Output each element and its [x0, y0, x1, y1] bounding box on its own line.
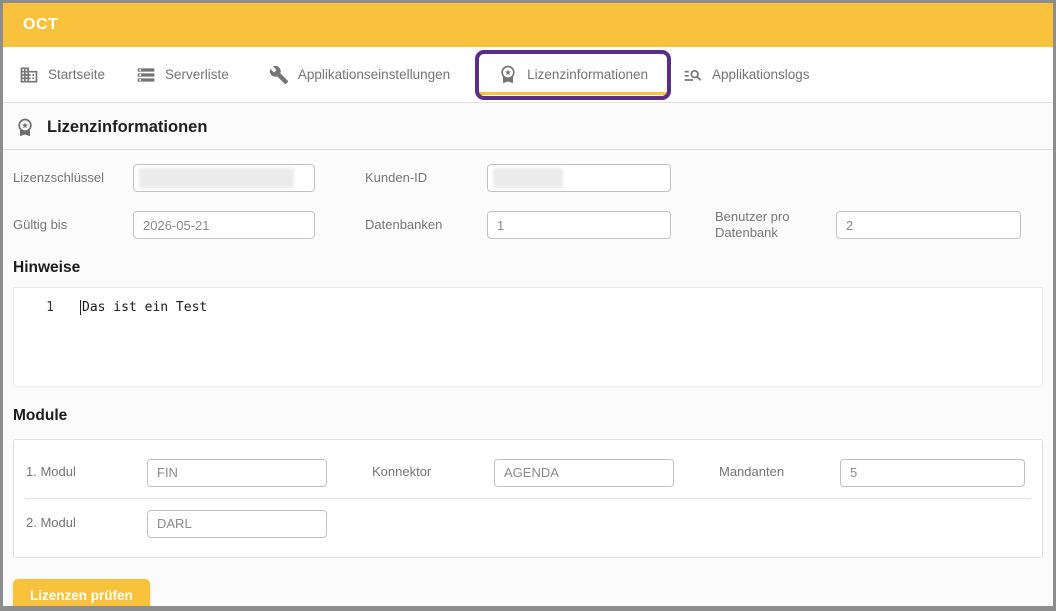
editor-line: 1 Das ist ein Test	[14, 299, 1042, 317]
module-heading: Module	[13, 407, 1043, 425]
benutzer-pro-datenbank-field[interactable]	[836, 211, 1021, 239]
active-tab-indicator	[479, 92, 667, 95]
app-window: OCT Startseite Serverliste Applikationse…	[0, 0, 1056, 611]
hinweise-editor[interactable]: 1 Das ist ein Test	[13, 287, 1043, 387]
tab-applikationseinstellungen[interactable]: Applikationseinstellungen	[269, 65, 450, 85]
license-form: Lizenzschlüssel Kunden-ID Gültig bis Dat…	[13, 150, 1043, 242]
tab-serverliste[interactable]: Serverliste	[136, 65, 229, 85]
konnektor-field[interactable]	[494, 459, 674, 487]
license-badge-icon	[498, 64, 518, 84]
main-content: Lizenzinformationen Lizenzschlüssel Kund…	[3, 103, 1053, 611]
mandanten-field[interactable]	[840, 459, 1025, 487]
server-list-icon	[136, 65, 156, 85]
modul2-label: 2. Modul	[26, 515, 147, 531]
check-licenses-button[interactable]: Lizenzen prüfen	[13, 579, 150, 611]
main-nav: Startseite Serverliste Applikationseinst…	[3, 47, 1053, 103]
tab-lizenzinformationen-content[interactable]: Lizenzinformationen	[498, 64, 648, 84]
app-title: OCT	[23, 16, 58, 34]
modul2-field[interactable]	[147, 510, 327, 538]
log-search-icon	[683, 65, 703, 85]
form-row-2: Gültig bis Datenbanken Benutzer pro Date…	[13, 209, 1043, 242]
module-row-2: 2. Modul	[26, 501, 1030, 547]
tab-applikationslogs[interactable]: Applikationslogs	[683, 65, 810, 85]
tab-startseite[interactable]: Startseite	[19, 65, 105, 85]
datenbanken-field[interactable]	[487, 211, 671, 239]
kunden-id-label: Kunden-ID	[365, 170, 487, 186]
section-header: Lizenzinformationen	[3, 103, 1053, 150]
tab-label: Applikationslogs	[712, 67, 810, 82]
benutzer-pro-datenbank-label: Benutzer pro Datenbank	[715, 209, 836, 242]
text-cursor	[80, 300, 81, 315]
tab-label: Serverliste	[165, 67, 229, 82]
tab-label: Applikationseinstellungen	[298, 67, 450, 82]
mandanten-label: Mandanten	[719, 464, 840, 480]
modul1-field[interactable]	[147, 459, 327, 487]
gueltig-bis-field[interactable]	[133, 211, 315, 239]
page-title: Lizenzinformationen	[47, 118, 207, 137]
form-row-1: Lizenzschlüssel Kunden-ID	[13, 164, 1043, 192]
building-icon	[19, 65, 39, 85]
datenbanken-label: Datenbanken	[365, 217, 487, 233]
row-divider	[26, 498, 1030, 499]
app-bar: OCT	[3, 3, 1053, 47]
konnektor-label: Konnektor	[372, 464, 494, 480]
lizenzschluessel-label: Lizenzschlüssel	[13, 170, 133, 186]
license-badge-icon	[15, 117, 35, 137]
line-number: 1	[14, 300, 54, 315]
redacted-value	[493, 168, 563, 188]
module-box: 1. Modul Konnektor Mandanten 2. Modul	[13, 439, 1043, 558]
tab-lizenzinformationen[interactable]: Lizenzinformationen	[477, 50, 669, 99]
tab-label: Lizenzinformationen	[527, 67, 648, 82]
hinweise-heading: Hinweise	[13, 259, 1043, 277]
wrench-icon	[269, 65, 289, 85]
modul1-label: 1. Modul	[26, 464, 147, 480]
module-row-1: 1. Modul Konnektor Mandanten	[26, 450, 1030, 496]
redacted-value	[139, 168, 294, 188]
editor-line-text: Das ist ein Test	[82, 300, 207, 315]
gueltig-bis-label: Gültig bis	[13, 217, 133, 233]
tab-label: Startseite	[48, 67, 105, 82]
